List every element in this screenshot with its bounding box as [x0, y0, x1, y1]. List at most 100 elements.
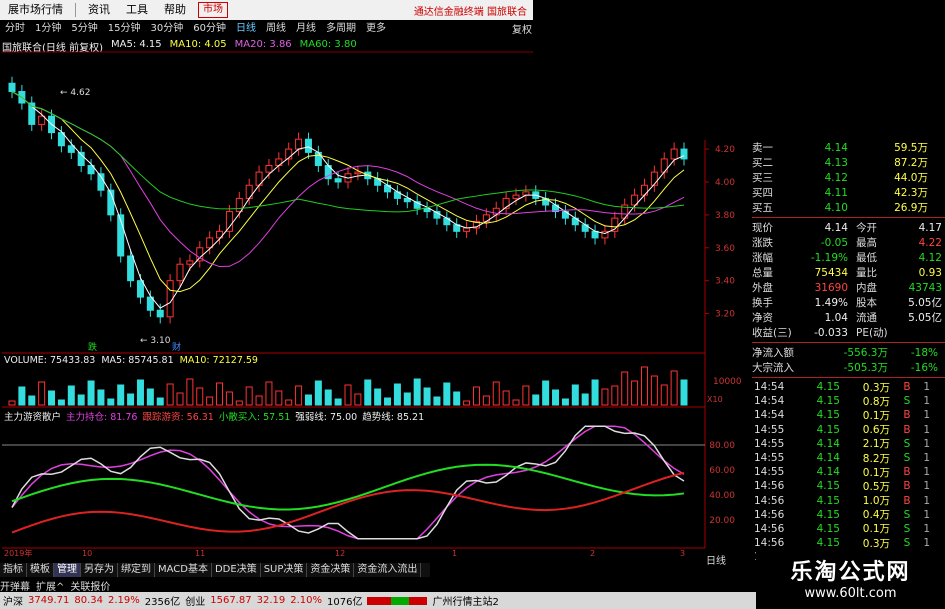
bottom-tab[interactable]: DDE决策 — [212, 563, 261, 577]
tick-count: 1 — [923, 409, 930, 422]
bottom-tab[interactable]: 指标 — [0, 563, 27, 577]
bottom-tab[interactable]: 资金流入流出 — [354, 563, 422, 577]
x-axis-date: 12 — [335, 549, 345, 558]
order-price: 4.12 — [824, 171, 848, 184]
tick-price: 4.15 — [816, 522, 840, 535]
right-tab-daily[interactable]: 日线 — [706, 552, 726, 567]
indicator-lines — [11, 425, 685, 540]
volume-bar — [621, 371, 629, 406]
cy-change: 32.19 — [256, 595, 286, 606]
quote-value: 4.12 — [918, 251, 942, 264]
tick-time: 14:55 — [754, 437, 785, 450]
tick-time: 14:56 — [754, 508, 785, 521]
volume-value: VOLUME: 75433.83 — [4, 355, 96, 366]
bottom-tab[interactable]: SUP决策 — [261, 563, 308, 577]
tick-row: 14:56 4.15 0.3万 S 1 — [752, 536, 945, 550]
candle-body — [225, 211, 233, 232]
bottom-tab[interactable]: 资金决策 — [307, 563, 355, 577]
tick-price: 4.14 — [816, 466, 840, 479]
tick-direction: B — [903, 409, 911, 422]
tick-time: 14:56 — [754, 480, 785, 493]
bottom-tab[interactable]: 模板 — [27, 563, 54, 577]
candle-body — [176, 263, 184, 282]
high-annotation: ← 4.62 — [60, 88, 90, 98]
quote-row: 现价 4.14 今开 4.17 — [752, 220, 945, 235]
quote-row: 净资 1.04 流通 5.05亿 — [752, 310, 945, 325]
bottom-tab[interactable]: 另存为 — [81, 563, 118, 577]
order-price: 4.10 — [824, 201, 848, 214]
tick-price: 4.15 — [816, 381, 840, 394]
candle-body — [304, 138, 312, 153]
flow-percent: -18% — [910, 346, 938, 359]
bottom-tab[interactable]: 绑定到 — [118, 563, 155, 577]
cy-percent: 2.10% — [290, 595, 323, 606]
volume-bar — [453, 391, 461, 406]
candle-body — [265, 165, 273, 173]
order-level: 卖一 — [752, 142, 773, 154]
volume-bar — [591, 379, 599, 406]
volume-bar — [344, 384, 352, 406]
volume-bar — [601, 388, 609, 406]
volume-bar — [28, 395, 36, 406]
quote-label: 现价 — [752, 222, 773, 234]
volume-bar — [285, 399, 293, 406]
hot-money-line — [11, 471, 685, 534]
volume-bar — [443, 382, 451, 406]
marker-b: 财 — [172, 341, 181, 353]
order-volume: 42.3万 — [894, 187, 928, 199]
tick-direction: S — [903, 437, 911, 450]
marker-a: 跌 — [88, 342, 97, 353]
tick-count: 1 — [923, 395, 930, 408]
quote-stats: 现价 4.14 今开 4.17 涨跌 -0.05 最高 4.22 涨幅 -1.19% 最低 4.12 总… — [752, 220, 945, 340]
volume-bar — [196, 387, 204, 406]
quote-label: 涨幅 — [752, 252, 773, 264]
volume-bar — [571, 384, 579, 406]
quote-value: 75434 — [814, 266, 848, 279]
tick-row: 14:54 4.15 0.1万 B 1 — [752, 408, 945, 422]
order-book-row: 买三 4.12 44.0万 — [752, 170, 945, 185]
volume-bar — [611, 385, 619, 406]
expand-toggle[interactable]: 扩展^ — [36, 578, 64, 593]
cy-label: 创业 — [185, 597, 206, 608]
tick-volume: 0.1万 — [862, 523, 890, 536]
cy-amount: 1076亿 — [327, 597, 363, 608]
tick-direction: B — [903, 480, 911, 493]
quote-value: -1.19% — [810, 251, 848, 264]
tick-price: 4.15 — [816, 480, 840, 493]
quote-row: 涨跌 -0.05 最高 4.22 — [752, 235, 945, 250]
bottom-tab[interactable]: 管理 — [54, 563, 81, 577]
volume-bar — [146, 388, 154, 406]
volume-bar — [581, 393, 589, 406]
flow-row: 大宗流入 -505.3万 -16% — [752, 360, 945, 375]
tick-time: 14:55 — [754, 466, 785, 479]
related-quotes[interactable]: 关联报价 — [70, 578, 110, 593]
tick-direction: S — [903, 452, 911, 465]
flow-percent: -16% — [910, 361, 938, 374]
volume-bar — [650, 375, 658, 406]
x-axis-date: 10 — [82, 549, 92, 558]
quote-value: 5.05亿 — [908, 297, 942, 309]
divider — [752, 342, 945, 343]
top-right-blank — [533, 0, 945, 140]
volume-bar — [275, 390, 283, 406]
order-volume: 26.9万 — [894, 202, 928, 214]
danmu-toggle[interactable]: 开弹幕 — [0, 578, 30, 593]
tick-count: 1 — [923, 381, 930, 394]
tick-count: 1 — [923, 466, 930, 479]
volume-bar — [304, 394, 312, 406]
bottom-tab[interactable]: MACD基本 — [155, 563, 212, 577]
indicator-axis-label: 60.00 — [709, 466, 735, 476]
quote-label: 最低 — [856, 252, 877, 264]
volume-bar — [561, 398, 569, 406]
tick-price: 4.14 — [816, 437, 840, 450]
sh-percent: 2.19% — [108, 595, 140, 606]
candle-body — [38, 115, 46, 125]
tick-time: 14:56 — [754, 522, 785, 535]
indicator-axis-label: 20.00 — [709, 516, 735, 526]
price-tick-label: 3.40 — [715, 277, 735, 287]
status-bar: 沪深 3749.71 80.34 2.19% 2356亿 创业 1567.87 … — [0, 592, 756, 609]
tick-time: 14:55 — [754, 423, 785, 436]
quote-value: 31690 — [814, 281, 848, 294]
price-tick-label: 3.60 — [715, 244, 735, 254]
volume-bar — [552, 389, 560, 406]
